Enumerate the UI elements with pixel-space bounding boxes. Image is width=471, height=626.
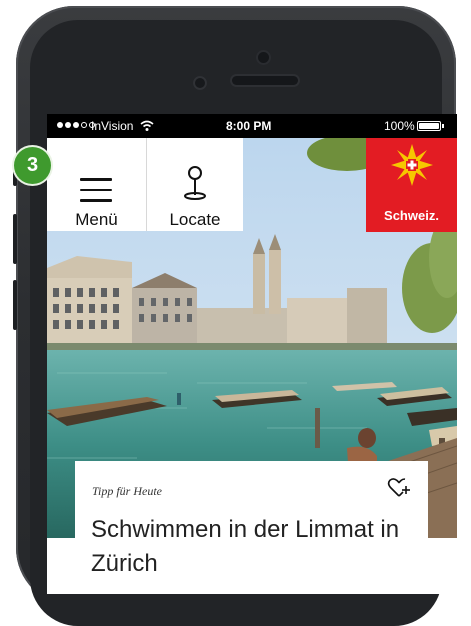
hamburger-icon — [80, 178, 112, 210]
phone-screen: InVision 8:00 PM 100% Menü Locate Schwei… — [47, 114, 457, 594]
swiss-star-icon — [391, 144, 433, 186]
signal-strength-icon — [57, 122, 95, 128]
card-title: Schwimmen in der Limmat in Zürich — [91, 516, 400, 577]
front-camera — [258, 52, 269, 63]
volume-up-button — [13, 214, 17, 264]
status-time: 8:00 PM — [226, 119, 272, 133]
location-pin-icon — [184, 166, 206, 200]
battery-icon — [417, 121, 441, 131]
schweiz-logo[interactable]: Schweiz. — [366, 138, 457, 232]
locate-label: Locate — [169, 210, 221, 229]
step-badge: 3 — [14, 147, 51, 184]
battery-tip — [442, 124, 444, 128]
wifi-icon — [140, 120, 154, 131]
status-bar: InVision 8:00 PM 100% — [47, 114, 457, 138]
card-kicker: Tipp für Heute — [92, 484, 163, 498]
tip-card[interactable]: Tipp für Heute Schwimmen in der Limmat i… — [75, 461, 428, 594]
carrier-name: InVision — [91, 119, 134, 133]
locate-button[interactable]: Locate — [147, 138, 243, 231]
menu-button[interactable]: Menü — [47, 138, 146, 231]
proximity-sensor — [193, 76, 207, 90]
battery-percent: 100% — [384, 119, 415, 133]
heart-plus-icon[interactable] — [387, 477, 411, 499]
earpiece-speaker — [232, 76, 298, 85]
logo-text: Schweiz. — [384, 208, 439, 223]
volume-down-button — [13, 280, 17, 330]
menu-label: Menü — [75, 210, 118, 229]
